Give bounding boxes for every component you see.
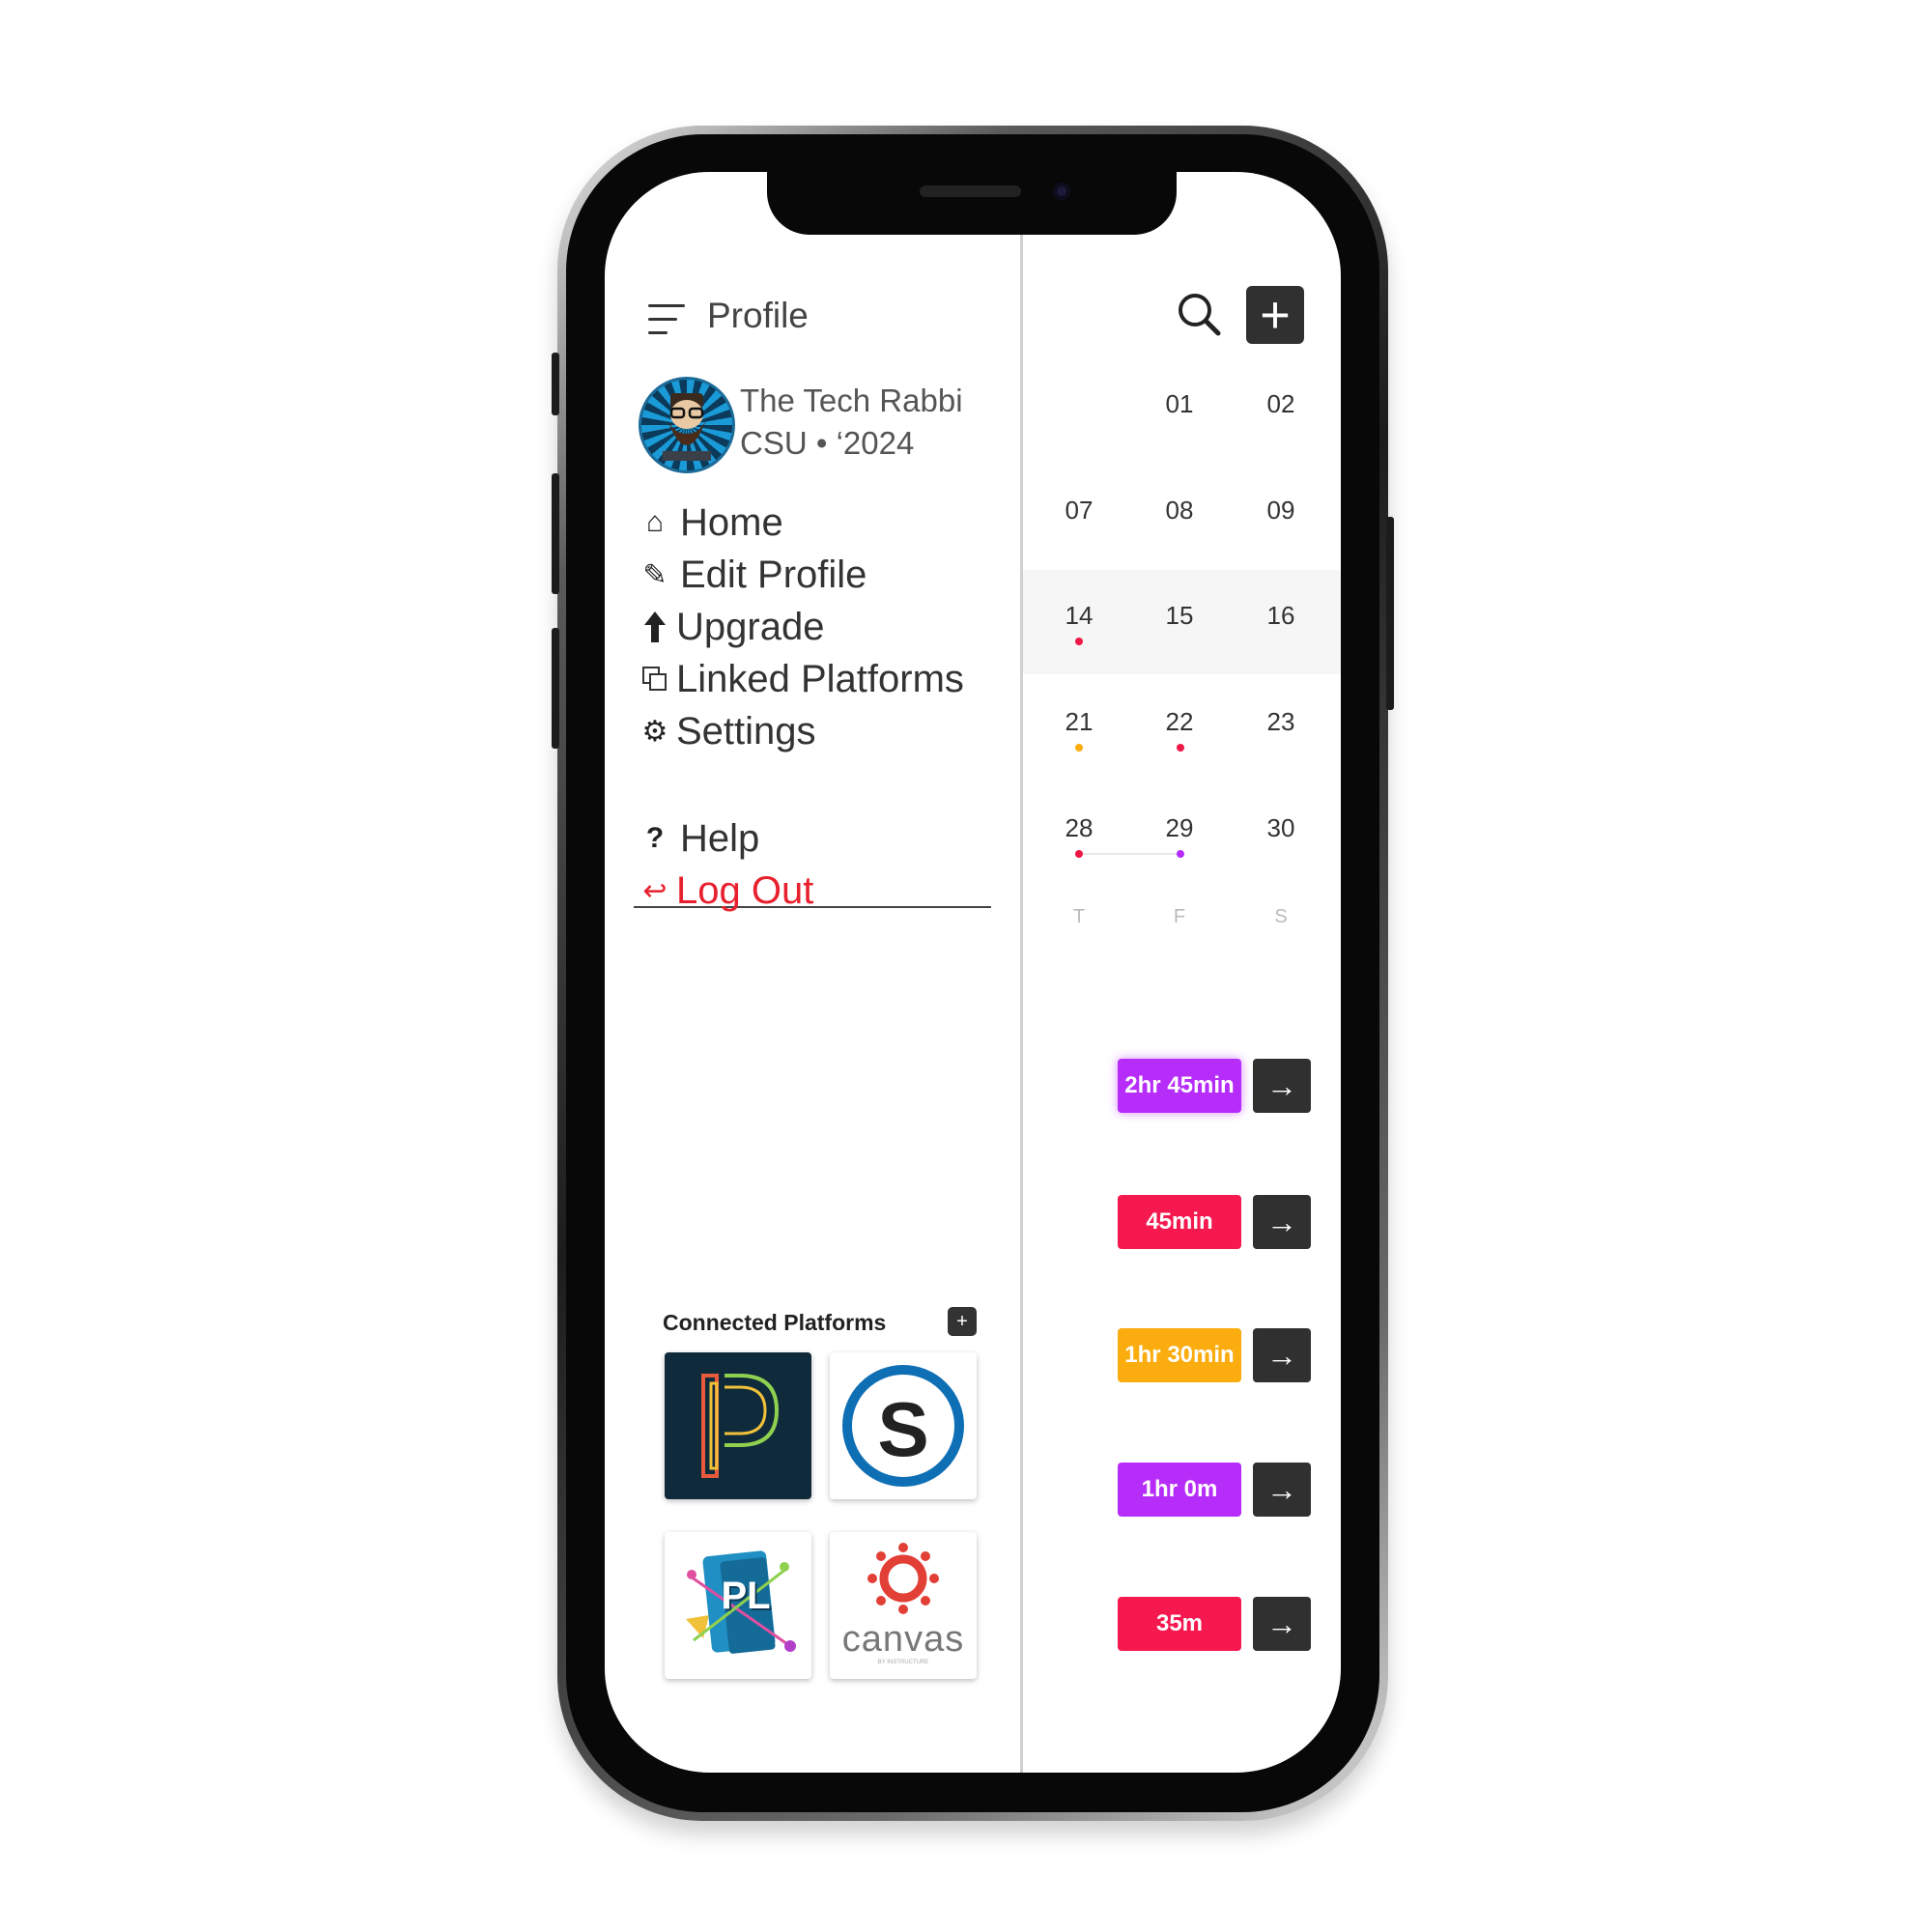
calendar-day[interactable]: 29 — [1146, 813, 1213, 843]
add-platform-button[interactable]: + — [948, 1307, 977, 1336]
open-task-button[interactable]: → — [1253, 1328, 1311, 1382]
connected-platforms-label: Connected Platforms — [663, 1310, 887, 1335]
drawer-title: Profile — [707, 296, 809, 335]
open-task-button[interactable]: → — [1253, 1059, 1311, 1113]
question-icon: ? — [645, 822, 665, 854]
drawer-edge — [1020, 235, 1023, 1773]
event-dot — [1075, 744, 1083, 752]
calendar-day[interactable]: 30 — [1247, 813, 1315, 843]
calendar-day[interactable]: 21 — [1045, 707, 1113, 737]
nav-item-settings[interactable]: ⚙ Settings — [636, 707, 816, 755]
open-task-button[interactable]: → — [1253, 1195, 1311, 1249]
nav-item-label: Home — [680, 500, 783, 544]
right-arrow-icon: → — [1266, 1471, 1297, 1507]
calendar-day[interactable]: 16 — [1247, 601, 1315, 631]
nav-item-label: Upgrade — [676, 605, 825, 648]
side-button — [552, 628, 559, 749]
weekday-label: F — [1173, 906, 1186, 927]
open-task-button[interactable]: → — [1253, 1597, 1311, 1651]
calendar-day[interactable]: 23 — [1247, 707, 1315, 737]
platform-tile-powerschool[interactable] — [665, 1352, 811, 1499]
return-arrow-icon: ↩ — [642, 874, 668, 907]
platform-tile-pl[interactable]: PL — [665, 1532, 811, 1679]
canvas-tagline: BY INSTRUCTURE — [877, 1660, 929, 1665]
nav-item-label: Linked Platforms — [676, 657, 964, 700]
canvas-logo — [867, 1543, 939, 1614]
duration-badge[interactable]: 2hr 45min — [1118, 1059, 1241, 1113]
event-dot — [1177, 850, 1184, 858]
right-arrow-icon: → — [1266, 1605, 1297, 1641]
logout-label: Log Out — [676, 868, 814, 912]
bearded-man-icon — [663, 393, 711, 461]
user-school-year: CSU • ‘2024 — [740, 425, 915, 461]
calendar-day[interactable]: 01 — [1146, 389, 1213, 419]
calendar-day[interactable]: 15 — [1146, 601, 1213, 631]
event-dot — [1075, 850, 1083, 858]
calendar-day[interactable]: 09 — [1247, 496, 1315, 526]
powerschool-logo — [701, 1374, 780, 1478]
duration-badge[interactable]: 1hr 30min — [1118, 1328, 1241, 1382]
side-button — [552, 353, 559, 415]
weekday-label: S — [1274, 906, 1288, 927]
nav-item-edit-profile[interactable]: ✎ Edit Profile — [636, 551, 867, 599]
calendar-day[interactable]: 02 — [1247, 389, 1315, 419]
platform-tile-schoology[interactable]: S — [830, 1352, 977, 1499]
weekday-label: T — [1072, 906, 1086, 927]
calendar-day[interactable]: 07 — [1045, 496, 1113, 526]
pl-letters: PL — [721, 1575, 771, 1617]
phone-screen: Profile The Tech Rabbi CSU • ‘2024 ⌂ Hom… — [605, 172, 1341, 1773]
nav-item-home[interactable]: ⌂ Home — [636, 498, 783, 547]
pencil-icon: ✎ — [642, 558, 668, 591]
camera — [1053, 183, 1070, 200]
nav-item-label: Edit Profile — [680, 553, 867, 596]
right-arrow-icon: → — [1266, 1204, 1297, 1239]
calendar-day[interactable]: 14 — [1045, 601, 1113, 631]
nav-item-linked-platforms[interactable]: Linked Platforms — [636, 655, 964, 703]
up-arrow-icon — [636, 610, 674, 644]
calendar-day[interactable]: 22 — [1146, 707, 1213, 737]
logout-button[interactable]: ↩ Log Out — [636, 867, 813, 915]
schoology-letter: S — [877, 1386, 929, 1472]
right-arrow-icon: → — [1266, 1067, 1297, 1103]
canvas-wordmark: canvas — [841, 1619, 965, 1660]
user-name: The Tech Rabbi — [740, 383, 963, 418]
event-dot — [1177, 744, 1184, 752]
event-range-line — [1083, 853, 1177, 855]
nav-item-upgrade[interactable]: Upgrade — [636, 603, 824, 651]
speaker — [920, 185, 1021, 197]
right-arrow-icon: → — [1266, 1337, 1297, 1373]
linked-windows-icon — [636, 666, 674, 693]
duration-badge[interactable]: 1hr 0m — [1118, 1463, 1241, 1517]
add-event-button[interactable]: + — [1246, 286, 1304, 344]
hamburger-menu-icon[interactable] — [648, 302, 687, 336]
duration-badge[interactable]: 35m — [1118, 1597, 1241, 1651]
calendar-day[interactable]: 08 — [1146, 496, 1213, 526]
search-icon[interactable] — [1177, 292, 1221, 336]
side-button — [1386, 517, 1394, 710]
nav-item-help[interactable]: ? Help — [636, 814, 759, 863]
duration-badge[interactable]: 45min — [1118, 1195, 1241, 1249]
side-button — [552, 473, 559, 594]
nav-item-label: Help — [680, 816, 760, 860]
gear-icon: ⚙ — [641, 715, 668, 748]
avatar[interactable] — [639, 377, 735, 473]
platform-tile-canvas[interactable]: canvas BY INSTRUCTURE — [830, 1532, 977, 1679]
nav-item-label: Settings — [676, 709, 816, 753]
notch — [767, 172, 1177, 235]
event-dot — [1075, 638, 1083, 645]
open-task-button[interactable]: → — [1253, 1463, 1311, 1517]
calendar-day[interactable]: 28 — [1045, 813, 1113, 843]
home-icon: ⌂ — [645, 506, 665, 538]
